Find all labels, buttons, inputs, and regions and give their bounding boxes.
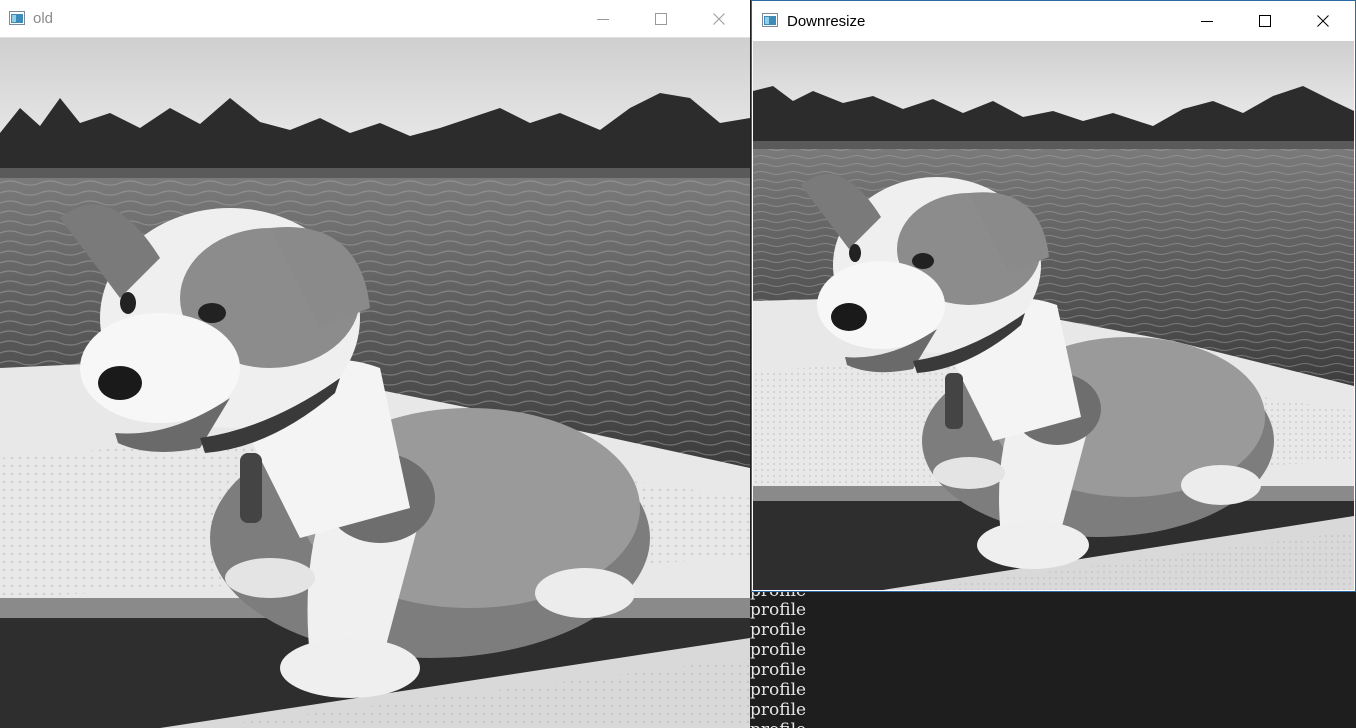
app-window-icon[interactable]: [9, 11, 25, 30]
minimize-button[interactable]: [1178, 1, 1236, 41]
image-view: [753, 41, 1354, 590]
console-line: profile: [750, 720, 806, 728]
close-button[interactable]: [690, 0, 748, 38]
console-line: profile: [750, 700, 807, 720]
maximize-button[interactable]: [1236, 1, 1294, 41]
corgi-puppy-photo: [0, 38, 750, 728]
console-line: profile: [750, 660, 807, 680]
console-line: profile: [750, 640, 807, 660]
console-line: profile: [750, 680, 807, 700]
maximize-icon: [1259, 15, 1271, 27]
title-bar[interactable]: Downresize: [752, 1, 1355, 41]
window-title: old: [33, 10, 54, 27]
close-icon: [1317, 15, 1329, 27]
window-old[interactable]: old: [0, 0, 750, 728]
minimize-button[interactable]: [574, 0, 632, 38]
image-view: [0, 38, 750, 728]
maximize-button[interactable]: [632, 0, 690, 38]
minimize-icon: [1201, 15, 1213, 27]
maximize-icon: [655, 13, 667, 25]
title-bar[interactable]: old: [0, 0, 750, 38]
console-line: profile: [750, 620, 807, 640]
window-title: Downresize: [787, 13, 866, 30]
app-window-icon[interactable]: [762, 13, 778, 32]
minimize-icon: [597, 13, 609, 25]
window-downresize[interactable]: Downresize: [751, 0, 1356, 592]
corgi-puppy-photo: [753, 41, 1354, 590]
close-icon: [713, 13, 725, 25]
console-line: profile: [750, 600, 807, 620]
console-output: profile profile profile profile profile …: [750, 592, 1356, 728]
close-button[interactable]: [1294, 1, 1352, 41]
